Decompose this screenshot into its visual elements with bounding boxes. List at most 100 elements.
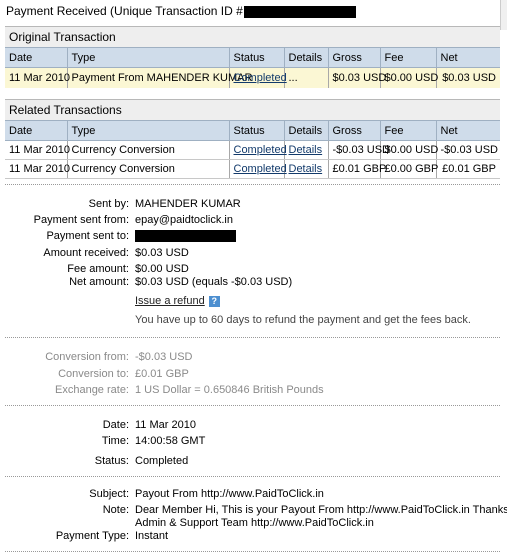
cell-date: 11 Mar 2010 xyxy=(5,159,70,179)
cell-date: 11 Mar 2010 xyxy=(5,140,70,160)
exchange-rate-value: 1 US Dollar = 0.650846 British Pounds xyxy=(135,384,324,396)
section-heading: Original Transaction xyxy=(5,27,500,47)
date-value: 11 Mar 2010 xyxy=(135,419,196,431)
cell-type: Currency Conversion xyxy=(66,159,229,179)
original-transaction-table: Date Type Status Details Gross Fee Net 1… xyxy=(5,47,500,88)
net-value: $0.03 USD (equals -$0.03 USD) xyxy=(135,276,293,288)
subject-row: Subject: Payout From http://www.PaidToCl… xyxy=(0,487,507,501)
sent-by-row: Sent by: MAHENDER KUMAR xyxy=(0,197,507,211)
note-row-2: Admin & Support Team http://www.PaidToCl… xyxy=(0,516,507,530)
table-row: 11 Mar 2010 Currency Conversion Complete… xyxy=(5,159,500,179)
col-date: Date xyxy=(5,120,67,141)
cell-gross: £0.01 GBP xyxy=(327,159,386,179)
conversion-from-label: Conversion from: xyxy=(45,351,129,363)
sent-to-row: Payment sent to: xyxy=(0,229,507,243)
amount-label: Amount received: xyxy=(43,247,129,259)
divider xyxy=(5,337,500,338)
sent-from-value: epay@paidtoclick.in xyxy=(135,214,233,226)
net-label: Net amount: xyxy=(69,276,129,288)
status-link[interactable]: Completed xyxy=(234,163,287,175)
cell-date: 11 Mar 2010 xyxy=(5,67,70,88)
conversion-to-row: Conversion to: £0.01 GBP xyxy=(0,367,507,381)
col-details: Details xyxy=(283,120,328,141)
cell-type: Payment From MAHENDER KUMAR xyxy=(66,67,252,88)
conversion-from-row: Conversion from: -$0.03 USD xyxy=(0,350,507,364)
cell-fee: $0.00 USD xyxy=(379,67,438,88)
conversion-to-label: Conversion to: xyxy=(58,368,129,380)
note-line-1: Dear Member Hi, This is your Payout From… xyxy=(135,504,507,516)
redacted-transaction-id xyxy=(243,5,356,18)
refund-note-row: You have up to 60 days to refund the pay… xyxy=(0,313,507,327)
status-link[interactable]: Completed xyxy=(234,72,287,84)
col-date: Date xyxy=(5,47,67,68)
col-net: Net xyxy=(435,120,500,141)
conversion-from-value: -$0.03 USD xyxy=(135,351,193,363)
redacted-recipient xyxy=(135,229,236,243)
cell-type: Currency Conversion xyxy=(66,140,229,160)
cell-gross: -$0.03 USD xyxy=(327,140,390,160)
conversion-to-value: £0.01 GBP xyxy=(135,368,189,380)
col-status: Status xyxy=(228,47,284,68)
help-icon[interactable]: ? xyxy=(208,295,220,307)
original-transaction-section: Original Transaction Date Type Status De… xyxy=(5,26,500,88)
col-gross: Gross xyxy=(327,47,380,68)
table-row: 11 Mar 2010 Currency Conversion Complete… xyxy=(5,140,500,160)
cell-gross: $0.03 USD xyxy=(327,67,386,88)
status-link[interactable]: Completed xyxy=(234,144,287,156)
fee-label: Fee amount: xyxy=(67,263,129,275)
divider xyxy=(5,184,500,185)
sent-by-value: MAHENDER KUMAR xyxy=(135,198,241,210)
cell-net: $0.03 USD xyxy=(435,67,500,88)
payment-type-value: Instant xyxy=(135,530,169,542)
status-label: Status: xyxy=(94,455,129,467)
subject-label: Subject: xyxy=(89,488,129,500)
refund-row: Issue a refund? xyxy=(0,294,507,308)
fee-row: Fee amount: $0.00 USD xyxy=(0,262,507,276)
col-status: Status xyxy=(228,120,284,141)
status-value: Completed xyxy=(135,455,189,467)
col-type: Type xyxy=(66,120,229,141)
cell-net: £0.01 GBP xyxy=(435,159,500,179)
date-label: Date: xyxy=(102,419,129,431)
col-gross: Gross xyxy=(327,120,380,141)
divider xyxy=(5,476,500,477)
exchange-rate-label: Exchange rate: xyxy=(55,384,129,396)
issue-refund-link[interactable]: Issue a refund xyxy=(135,295,205,307)
page-title: Payment Received (Unique Transaction ID … xyxy=(6,4,356,18)
details-link[interactable]: Details xyxy=(289,163,323,175)
sent-to-label: Payment sent to: xyxy=(46,230,129,242)
table-header-row: Date Type Status Details Gross Fee Net xyxy=(5,120,500,141)
scrollbar[interactable] xyxy=(500,0,507,30)
related-transactions-section: Related Transactions Date Type Status De… xyxy=(5,99,500,179)
amount-row: Amount received: $0.03 USD xyxy=(0,246,507,260)
col-type: Type xyxy=(66,47,229,68)
exchange-rate-row: Exchange rate: 1 US Dollar = 0.650846 Br… xyxy=(0,383,507,397)
col-fee: Fee xyxy=(379,47,436,68)
time-value: 14:00:58 GMT xyxy=(135,435,206,447)
table-header-row: Date Type Status Details Gross Fee Net xyxy=(5,47,500,68)
section-heading: Related Transactions xyxy=(5,100,500,120)
col-net: Net xyxy=(435,47,500,68)
col-details: Details xyxy=(283,47,328,68)
cell-fee: $0.00 USD xyxy=(379,140,438,160)
cell-fee: £0.00 GBP xyxy=(379,159,438,179)
status-row: Status: Completed xyxy=(0,454,507,468)
time-row: Time: 14:00:58 GMT xyxy=(0,434,507,448)
details-link[interactable]: Details xyxy=(289,144,323,156)
fee-value: $0.00 USD xyxy=(135,263,189,275)
net-row: Net amount: $0.03 USD (equals -$0.03 USD… xyxy=(0,275,507,289)
col-fee: Fee xyxy=(379,120,436,141)
payment-type-label: Payment Type: xyxy=(55,530,129,542)
page-title-text: Payment Received (Unique Transaction ID … xyxy=(6,4,243,18)
payment-type-row: Payment Type: Instant xyxy=(0,529,507,543)
refund-note: You have up to 60 days to refund the pay… xyxy=(135,314,471,326)
sent-from-row: Payment sent from: epay@paidtoclick.in xyxy=(0,213,507,227)
subject-value: Payout From http://www.PaidToClick.in xyxy=(135,488,324,500)
note-row: Note: Dear Member Hi, This is your Payou… xyxy=(0,503,507,517)
divider xyxy=(5,405,500,406)
cell-details: ... xyxy=(283,67,328,88)
sent-from-label: Payment sent from: xyxy=(33,214,129,226)
table-row: 11 Mar 2010 Payment From MAHENDER KUMAR … xyxy=(5,67,500,88)
note-line-2: Admin & Support Team http://www.PaidToCl… xyxy=(135,517,374,529)
divider xyxy=(5,551,500,552)
